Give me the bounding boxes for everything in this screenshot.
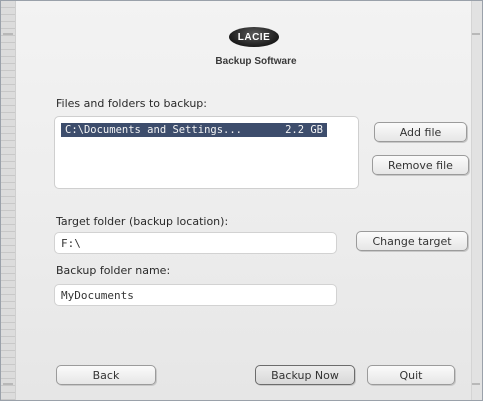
target-label: Target folder (backup location): — [56, 215, 229, 228]
rail-notch — [472, 33, 480, 35]
item-size: 2.2 GB — [285, 124, 323, 136]
add-file-button[interactable]: Add file — [374, 122, 467, 142]
rail-notch — [3, 383, 13, 385]
folder-name-field[interactable]: MyDocuments — [54, 284, 337, 306]
remove-file-button[interactable]: Remove file — [372, 155, 469, 175]
lacie-logo: LACIE — [229, 27, 279, 47]
rail-notch — [472, 383, 480, 385]
sources-label: Files and folders to backup: — [56, 97, 207, 110]
rail-notch — [3, 33, 13, 35]
left-decorative-rail — [1, 1, 16, 400]
app-subtitle: Backup Software — [215, 56, 297, 67]
backup-window: LACIE Backup Software Files and folders … — [0, 0, 483, 401]
change-target-button[interactable]: Change target — [356, 231, 468, 251]
back-button[interactable]: Back — [56, 365, 156, 385]
folder-name-label: Backup folder name: — [56, 264, 171, 277]
target-folder-field[interactable]: F:\ — [54, 232, 337, 254]
list-item[interactable]: C:\Documents and Settings... 2.2 GB — [61, 123, 327, 137]
backup-now-button[interactable]: Backup Now — [255, 365, 355, 385]
sources-listbox[interactable]: C:\Documents and Settings... 2.2 GB — [54, 116, 359, 189]
item-path: C:\Documents and Settings... — [65, 124, 243, 136]
right-decorative-rail — [471, 1, 482, 400]
quit-button[interactable]: Quit — [367, 365, 455, 385]
